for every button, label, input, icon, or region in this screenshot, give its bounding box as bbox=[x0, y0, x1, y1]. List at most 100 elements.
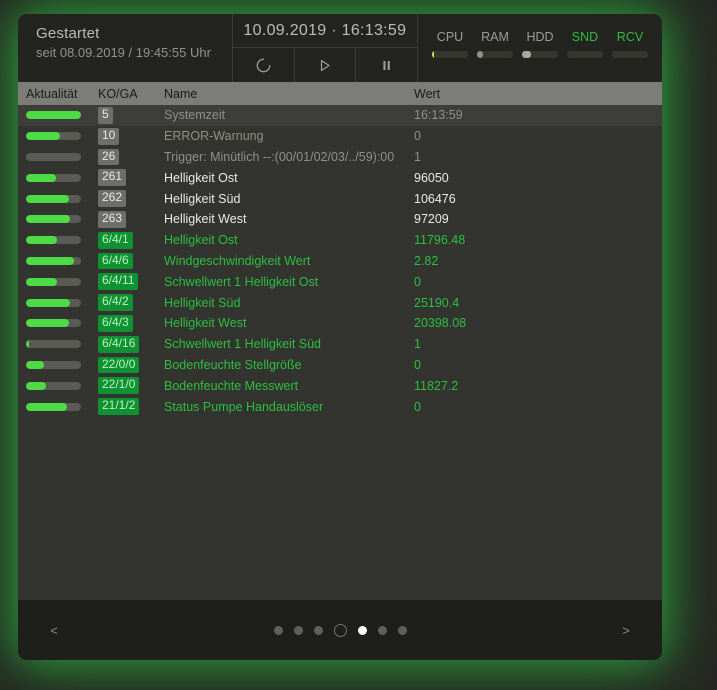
cell-wert: 1 bbox=[406, 150, 662, 164]
datapoint-name: Schwellwert 1 Helligkeit Süd bbox=[164, 337, 322, 352]
cell-aktualitaet bbox=[18, 319, 90, 328]
koga-badge[interactable]: 10 bbox=[98, 127, 120, 145]
cell-wert: 0 bbox=[406, 358, 662, 372]
cell-aktualitaet bbox=[18, 173, 90, 182]
cell-koga: 6/4/3 bbox=[90, 314, 156, 332]
activity-bar bbox=[26, 298, 81, 307]
cell-name: Helligkeit West bbox=[156, 212, 406, 226]
page-dot[interactable] bbox=[293, 625, 303, 635]
cell-wert: 0 bbox=[406, 400, 662, 414]
datapoint-value: 11796.48 bbox=[414, 233, 466, 248]
activity-bar-fill bbox=[26, 298, 70, 307]
column-header-aktualitaet[interactable]: Aktualität bbox=[18, 87, 90, 101]
resource-meter-ram bbox=[477, 51, 513, 58]
cell-aktualitaet bbox=[18, 256, 90, 265]
cell-name: ERROR-Warnung bbox=[156, 129, 406, 143]
page-dot[interactable] bbox=[377, 625, 387, 635]
table-row[interactable]: 26 Trigger: Minütlich --:(00/01/02/03/../… bbox=[18, 147, 662, 168]
table-row[interactable]: 6/4/16 Schwellwert 1 Helligkeit Süd 1 bbox=[18, 334, 662, 355]
cell-aktualitaet bbox=[18, 111, 90, 120]
cell-koga: 26 bbox=[90, 148, 156, 166]
header-bar: Gestartet seit 08.09.2019 / 19:45:55 Uhr… bbox=[18, 14, 662, 82]
koga-badge[interactable]: 6/4/6 bbox=[98, 252, 133, 270]
table-row[interactable]: 21/1/2 Status Pumpe Handauslöser 0 bbox=[18, 396, 662, 417]
koga-badge[interactable]: 22/1/0 bbox=[98, 377, 140, 395]
table-row[interactable]: 6/4/3 Helligkeit West 20398.08 bbox=[18, 313, 662, 334]
page-dots bbox=[18, 623, 662, 637]
koga-badge[interactable]: 6/4/1 bbox=[98, 231, 133, 249]
activity-bar-fill bbox=[26, 215, 70, 224]
datapoint-value: 20398.08 bbox=[414, 316, 467, 331]
table-row[interactable]: 261 Helligkeit Ost 96050 bbox=[18, 167, 662, 188]
play-button[interactable] bbox=[293, 48, 356, 82]
koga-badge[interactable]: 6/4/2 bbox=[98, 294, 133, 311]
resource-meters bbox=[432, 51, 648, 58]
activity-bar-fill bbox=[26, 360, 45, 369]
pause-button[interactable] bbox=[355, 48, 417, 82]
koga-badge[interactable]: 261 bbox=[98, 169, 127, 187]
table-row[interactable]: 6/4/2 Helligkeit Süd 25190.4 bbox=[18, 292, 662, 313]
cell-name: Helligkeit West bbox=[156, 316, 406, 330]
column-header-koga[interactable]: KO/GA bbox=[90, 87, 156, 101]
cell-aktualitaet bbox=[18, 402, 90, 411]
koga-badge[interactable]: 21/1/2 bbox=[98, 398, 140, 415]
table-row[interactable]: 22/1/0 Bodenfeuchte Messwert 11827.2 bbox=[18, 375, 662, 396]
activity-bar-fill bbox=[26, 319, 69, 328]
activity-bar bbox=[26, 111, 81, 120]
koga-badge[interactable]: 5 bbox=[98, 107, 113, 124]
cell-aktualitaet bbox=[18, 215, 90, 224]
page-dot[interactable] bbox=[273, 625, 283, 635]
next-page-button[interactable]: > bbox=[616, 623, 636, 638]
cell-wert: 106476 bbox=[406, 192, 662, 206]
koga-badge[interactable]: 6/4/3 bbox=[98, 314, 133, 332]
activity-bar bbox=[26, 381, 81, 390]
prev-page-button[interactable]: < bbox=[44, 623, 64, 638]
koga-badge[interactable]: 22/0/0 bbox=[98, 356, 140, 374]
cell-koga: 10 bbox=[90, 127, 156, 145]
page-dot[interactable] bbox=[357, 625, 367, 635]
koga-badge[interactable]: 26 bbox=[98, 148, 120, 166]
koga-badge[interactable]: 263 bbox=[98, 210, 127, 228]
table-row[interactable]: 6/4/11 Schwellwert 1 Helligkeit Ost 0 bbox=[18, 271, 662, 292]
column-header-name[interactable]: Name bbox=[156, 87, 406, 101]
activity-bar bbox=[26, 152, 81, 161]
cell-aktualitaet bbox=[18, 340, 90, 349]
datapoint-name: Helligkeit Ost bbox=[164, 233, 238, 248]
koga-badge[interactable]: 6/4/16 bbox=[98, 335, 140, 353]
datapoint-value: 16:13:59 bbox=[414, 108, 463, 123]
pause-icon bbox=[383, 60, 390, 70]
cell-name: Helligkeit Ost bbox=[156, 171, 406, 185]
datapoint-value: 97209 bbox=[414, 212, 449, 227]
cell-koga: 6/4/6 bbox=[90, 252, 156, 270]
table-row[interactable]: 5 Systemzeit 16:13:59 bbox=[18, 105, 662, 126]
activity-bar bbox=[26, 277, 81, 286]
cell-wert: 11796.48 bbox=[406, 233, 662, 247]
table-row[interactable]: 6/4/6 Windgeschwindigkeit Wert 2.82 bbox=[18, 251, 662, 272]
datapoint-name: Helligkeit West bbox=[164, 212, 247, 227]
datapoint-name: Bodenfeuchte Stellgröße bbox=[164, 357, 302, 372]
activity-bar-fill bbox=[26, 402, 67, 411]
table-row[interactable]: 22/0/0 Bodenfeuchte Stellgröße 0 bbox=[18, 355, 662, 376]
table-row[interactable]: 263 Helligkeit West 97209 bbox=[18, 209, 662, 230]
cell-koga: 6/4/2 bbox=[90, 294, 156, 311]
koga-badge[interactable]: 262 bbox=[98, 190, 127, 207]
clock-display: 10.09.2019 · 16:13:59 bbox=[232, 14, 417, 48]
datapoint-name: Windgeschwindigkeit Wert bbox=[164, 253, 311, 268]
activity-bar bbox=[26, 319, 81, 328]
activity-bar bbox=[26, 236, 81, 245]
page-dot[interactable] bbox=[333, 623, 347, 637]
activity-bar-fill bbox=[26, 340, 30, 349]
cell-name: Helligkeit Süd bbox=[156, 296, 406, 310]
cell-wert: 11827.2 bbox=[406, 379, 662, 393]
table-row[interactable]: 10 ERROR-Warnung 0 bbox=[18, 126, 662, 147]
table-row[interactable]: 6/4/1 Helligkeit Ost 11796.48 bbox=[18, 230, 662, 251]
datapoint-name: Status Pumpe Handauslöser bbox=[164, 399, 324, 414]
refresh-button[interactable] bbox=[233, 48, 294, 82]
datapoint-name: Helligkeit Ost bbox=[164, 170, 238, 185]
page-dot[interactable] bbox=[397, 625, 407, 635]
page-dot[interactable] bbox=[313, 625, 323, 635]
table-row[interactable]: 262 Helligkeit Süd 106476 bbox=[18, 188, 662, 209]
cell-koga: 261 bbox=[90, 169, 156, 187]
koga-badge[interactable]: 6/4/11 bbox=[98, 273, 139, 291]
column-header-wert[interactable]: Wert bbox=[406, 87, 662, 101]
